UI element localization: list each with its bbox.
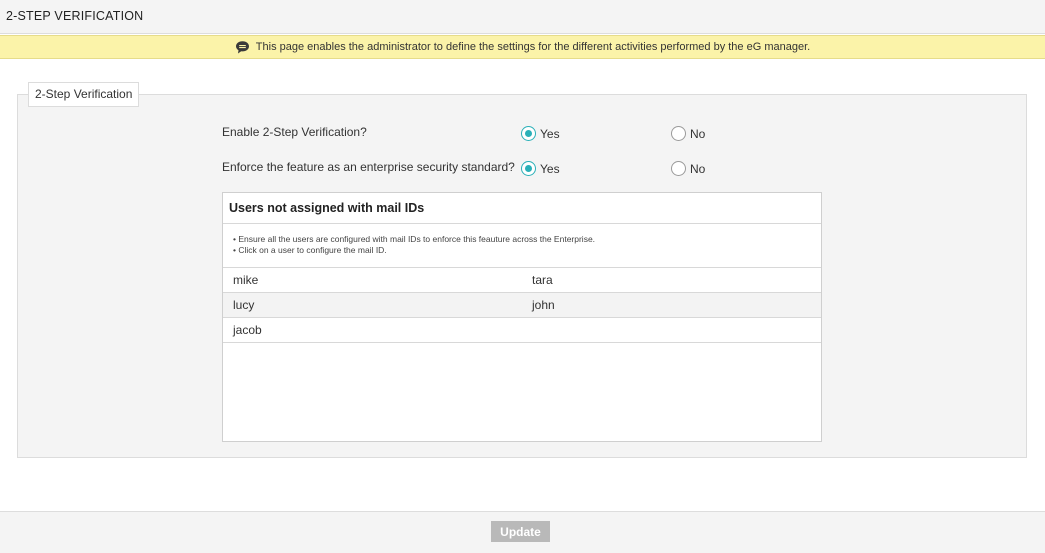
radio-checked-icon — [521, 161, 536, 176]
update-button[interactable]: Update — [491, 521, 550, 542]
page-title: 2-STEP VERIFICATION — [6, 9, 144, 23]
user-link[interactable]: tara — [522, 273, 821, 287]
enable-2step-no-radio[interactable]: No — [671, 126, 705, 141]
enforce-standard-no-label: No — [690, 161, 706, 176]
radio-checked-icon — [521, 126, 536, 141]
enforce-standard-yes-radio[interactable]: Yes — [521, 161, 560, 176]
user-link[interactable]: mike — [223, 273, 522, 287]
user-link[interactable]: lucy — [223, 298, 522, 312]
table-row: jacob — [223, 318, 821, 343]
users-without-mail-panel: Users not assigned with mail IDs • Ensur… — [222, 192, 822, 442]
enable-2step-yes-radio[interactable]: Yes — [521, 126, 560, 141]
table-row: lucy john — [223, 293, 821, 318]
page-header: 2-STEP VERIFICATION — [0, 0, 1045, 34]
enforce-standard-label: Enforce the feature as an enterprise sec… — [222, 160, 515, 174]
radio-unchecked-icon — [671, 161, 686, 176]
radio-unchecked-icon — [671, 126, 686, 141]
user-link[interactable]: john — [522, 298, 821, 312]
enable-2step-yes-label: Yes — [540, 126, 560, 141]
note-item: • Click on a user to configure the mail … — [233, 245, 387, 255]
enable-2step-label: Enable 2-Step Verification? — [222, 125, 367, 139]
enforce-standard-no-radio[interactable]: No — [671, 161, 705, 176]
enable-2step-no-label: No — [690, 126, 706, 141]
speech-bubble-icon — [235, 40, 250, 55]
note-item: • Ensure all the users are configured wi… — [233, 234, 596, 244]
users-panel-notes: • Ensure all the users are configured wi… — [223, 224, 821, 268]
banner-text: This page enables the administrator to d… — [255, 41, 811, 53]
users-panel-title: Users not assigned with mail IDs — [223, 193, 821, 224]
info-banner: This page enables the administrator to d… — [0, 35, 1045, 59]
section-legend: 2-Step Verification — [28, 82, 140, 107]
table-row: mike tara — [223, 268, 821, 293]
enforce-standard-yes-label: Yes — [540, 161, 560, 176]
user-link[interactable]: jacob — [223, 323, 522, 337]
